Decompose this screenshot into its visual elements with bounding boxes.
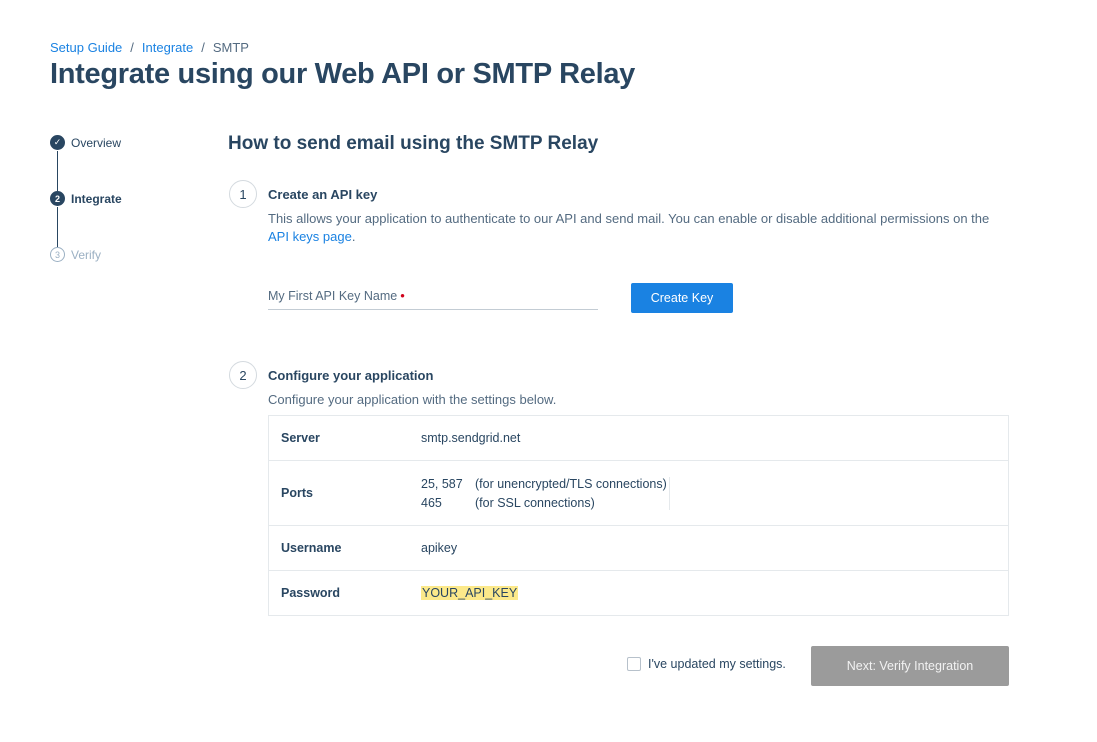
- port-number: 465: [421, 495, 442, 510]
- stepper-step-verify[interactable]: 3 Verify: [50, 247, 101, 262]
- updated-settings-checkbox[interactable]: [627, 657, 641, 671]
- progress-stepper: ✓ Overview 2 Integrate 3 Verify: [50, 135, 210, 265]
- section-title: How to send email using the SMTP Relay: [228, 133, 599, 154]
- settings-value: apikey: [421, 541, 458, 555]
- settings-row-password: Password YOUR_API_KEY: [269, 571, 1008, 615]
- settings-row-server: Server smtp.sendgrid.net: [269, 416, 1008, 461]
- next-verify-integration-button[interactable]: Next: Verify Integration: [811, 646, 1009, 686]
- stepper-step-label: Integrate: [71, 191, 122, 206]
- settings-key: Password: [281, 586, 341, 600]
- settings-value: YOUR_API_KEY: [421, 586, 519, 600]
- breadcrumb-current: SMTP: [212, 40, 249, 55]
- port-note: (for SSL connections): [475, 495, 595, 510]
- settings-key: Ports: [281, 486, 313, 500]
- settings-row-username: Username apikey: [269, 526, 1008, 571]
- step-2-description: Configure your application with the sett…: [268, 392, 557, 407]
- port-number: 25, 587: [421, 476, 463, 491]
- breadcrumb: Setup Guide / Integrate / SMTP: [50, 40, 249, 55]
- breadcrumb-setup-guide[interactable]: Setup Guide: [50, 40, 122, 55]
- stepper-step-integrate[interactable]: 2 Integrate: [50, 191, 122, 206]
- stepper-connector: [57, 151, 58, 191]
- api-key-name-field[interactable]: My First API Key Name •: [268, 287, 598, 310]
- settings-value: smtp.sendgrid.net: [421, 431, 521, 445]
- stepper-connector: [57, 207, 58, 247]
- checkmark-icon: ✓: [50, 135, 65, 150]
- settings-key: Server: [281, 431, 320, 445]
- settings-key: Username: [281, 541, 342, 555]
- stepper-step-label: Verify: [71, 247, 102, 262]
- step-number-badge: 3: [50, 247, 65, 262]
- breadcrumb-integrate[interactable]: Integrate: [142, 40, 193, 55]
- required-indicator: •: [400, 288, 405, 303]
- step-1-description-text: This allows your application to authenti…: [268, 211, 990, 226]
- step-1-description: This allows your application to authenti…: [268, 210, 1008, 246]
- api-keys-page-link[interactable]: API keys page: [268, 229, 352, 244]
- ports-list: 25, 587 (for unencrypted/TLS connections…: [421, 476, 670, 510]
- updated-settings-checkbox-row[interactable]: I've updated my settings.: [627, 657, 786, 671]
- stepper-step-overview[interactable]: ✓ Overview: [50, 135, 121, 150]
- step-2-heading: Configure your application: [268, 368, 434, 383]
- step-1-number: 1: [229, 180, 257, 208]
- step-1-description-end: .: [351, 229, 356, 244]
- step-2-number: 2: [229, 361, 257, 389]
- stepper-step-label: Overview: [71, 135, 122, 150]
- breadcrumb-separator: /: [130, 40, 134, 55]
- updated-settings-label: I've updated my settings.: [648, 657, 786, 671]
- port-note: (for unencrypted/TLS connections): [475, 476, 667, 491]
- breadcrumb-separator: /: [201, 40, 205, 55]
- page-title: Integrate using our Web API or SMTP Rela…: [50, 58, 635, 90]
- api-key-placeholder: YOUR_API_KEY: [421, 586, 519, 600]
- create-key-button[interactable]: Create Key: [631, 283, 733, 313]
- api-key-name-label: My First API Key Name: [268, 289, 398, 303]
- smtp-settings-table: Server smtp.sendgrid.net Ports 25, 587 (…: [268, 415, 1009, 616]
- settings-row-ports: Ports 25, 587 (for unencrypted/TLS conne…: [269, 461, 1008, 526]
- step-1-heading: Create an API key: [268, 187, 378, 202]
- step-number-badge: 2: [50, 191, 65, 206]
